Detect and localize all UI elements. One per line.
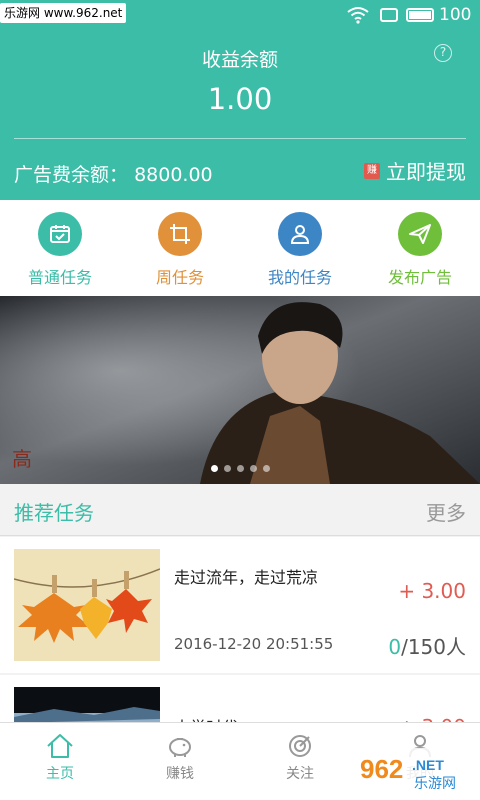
watermark-tagline: 乐游网 (414, 776, 456, 792)
status-bar: 乐游网 www.962.net 100 (0, 0, 480, 30)
task-item[interactable]: 走过流年，走过荒凉 + 3.00 2016-12-20 20:51:55 0/1… (0, 537, 480, 673)
carousel-dot[interactable] (236, 465, 244, 472)
promo-banner[interactable]: 高 (0, 296, 480, 484)
action-label: 发布广告 (387, 268, 452, 287)
carousel-dot[interactable] (223, 465, 231, 472)
balance-title: 收益余额 (201, 49, 278, 71)
nav-earn[interactable]: 赚钱 (120, 723, 240, 800)
nav-label: 主页 (46, 766, 74, 782)
target-icon (289, 735, 311, 757)
piggy-bank-icon (169, 738, 191, 757)
action-weekly-tasks[interactable]: 周任务 (120, 200, 240, 296)
calendar-icon (38, 212, 82, 256)
carousel-dot[interactable] (262, 465, 270, 472)
header-divider (14, 138, 466, 139)
task-title: 走过流年，走过荒凉 (174, 568, 319, 587)
watermark-digits: 962 (360, 754, 403, 784)
nav-label: 赚钱 (166, 766, 194, 782)
earnings-header: 乐游网 www.962.net 100 ? 收益余额 1.00 广告费余额： 8… (0, 0, 480, 200)
quick-actions: 普通任务 周任务 我的任务 发布广告 (0, 200, 480, 296)
task-thumbnail (14, 549, 160, 661)
action-label: 周任务 (155, 268, 204, 287)
recommended-title: 推荐任务 (14, 501, 94, 525)
user-icon (278, 212, 322, 256)
nav-label: 关注 (286, 766, 314, 782)
paper-plane-icon (398, 212, 442, 256)
home-icon (47, 734, 73, 758)
banner-image: 高 (0, 296, 480, 484)
carousel-dots (0, 465, 480, 472)
recommended-header: 推荐任务 更多 (0, 484, 480, 536)
balance-value: 1.00 (207, 82, 273, 116)
action-normal-tasks[interactable]: 普通任务 (0, 200, 120, 296)
nav-follow[interactable]: 关注 (240, 723, 360, 800)
battery-level: 100 (439, 5, 472, 25)
section-divider (0, 535, 480, 536)
carousel-dot[interactable] (249, 465, 257, 472)
ad-balance: 广告费余额： 8800.00 (14, 160, 213, 187)
app-screen: 乐游网 www.962.net 100 ? 收益余额 1.00 广告费余额： 8… (0, 0, 480, 800)
action-publish-ad[interactable]: 发布广告 (360, 200, 480, 296)
watermark-logo: 962 .NET 乐游网 (354, 748, 474, 794)
more-link[interactable]: 更多 (426, 497, 466, 526)
withdraw-button[interactable]: 赚 立即提现 (364, 156, 466, 185)
screen-icon (380, 8, 398, 22)
earn-badge-icon: 赚 (364, 162, 380, 179)
wifi-icon (347, 7, 369, 24)
ad-balance-value: 8800.00 (134, 164, 213, 186)
task-reward: + 3.00 (398, 579, 466, 603)
crop-icon (158, 212, 202, 256)
watermark-suffix: .NET (412, 757, 444, 773)
participants-current: 0 (388, 635, 402, 659)
battery-icon (406, 8, 434, 22)
withdraw-label: 立即提现 (386, 160, 466, 184)
action-label: 我的任务 (267, 268, 332, 287)
participants-total: /150人 (401, 635, 466, 659)
nav-home[interactable]: 主页 (0, 723, 120, 800)
action-label: 普通任务 (27, 268, 92, 287)
task-participants: 0/150人 (388, 631, 466, 660)
task-time: 2016-12-20 20:51:55 (174, 635, 334, 653)
carousel-dot[interactable] (210, 465, 218, 472)
watermark-badge: 乐游网 www.962.net (0, 3, 127, 23)
action-my-tasks[interactable]: 我的任务 (240, 200, 360, 296)
ad-balance-label: 广告费余额： (14, 164, 129, 186)
